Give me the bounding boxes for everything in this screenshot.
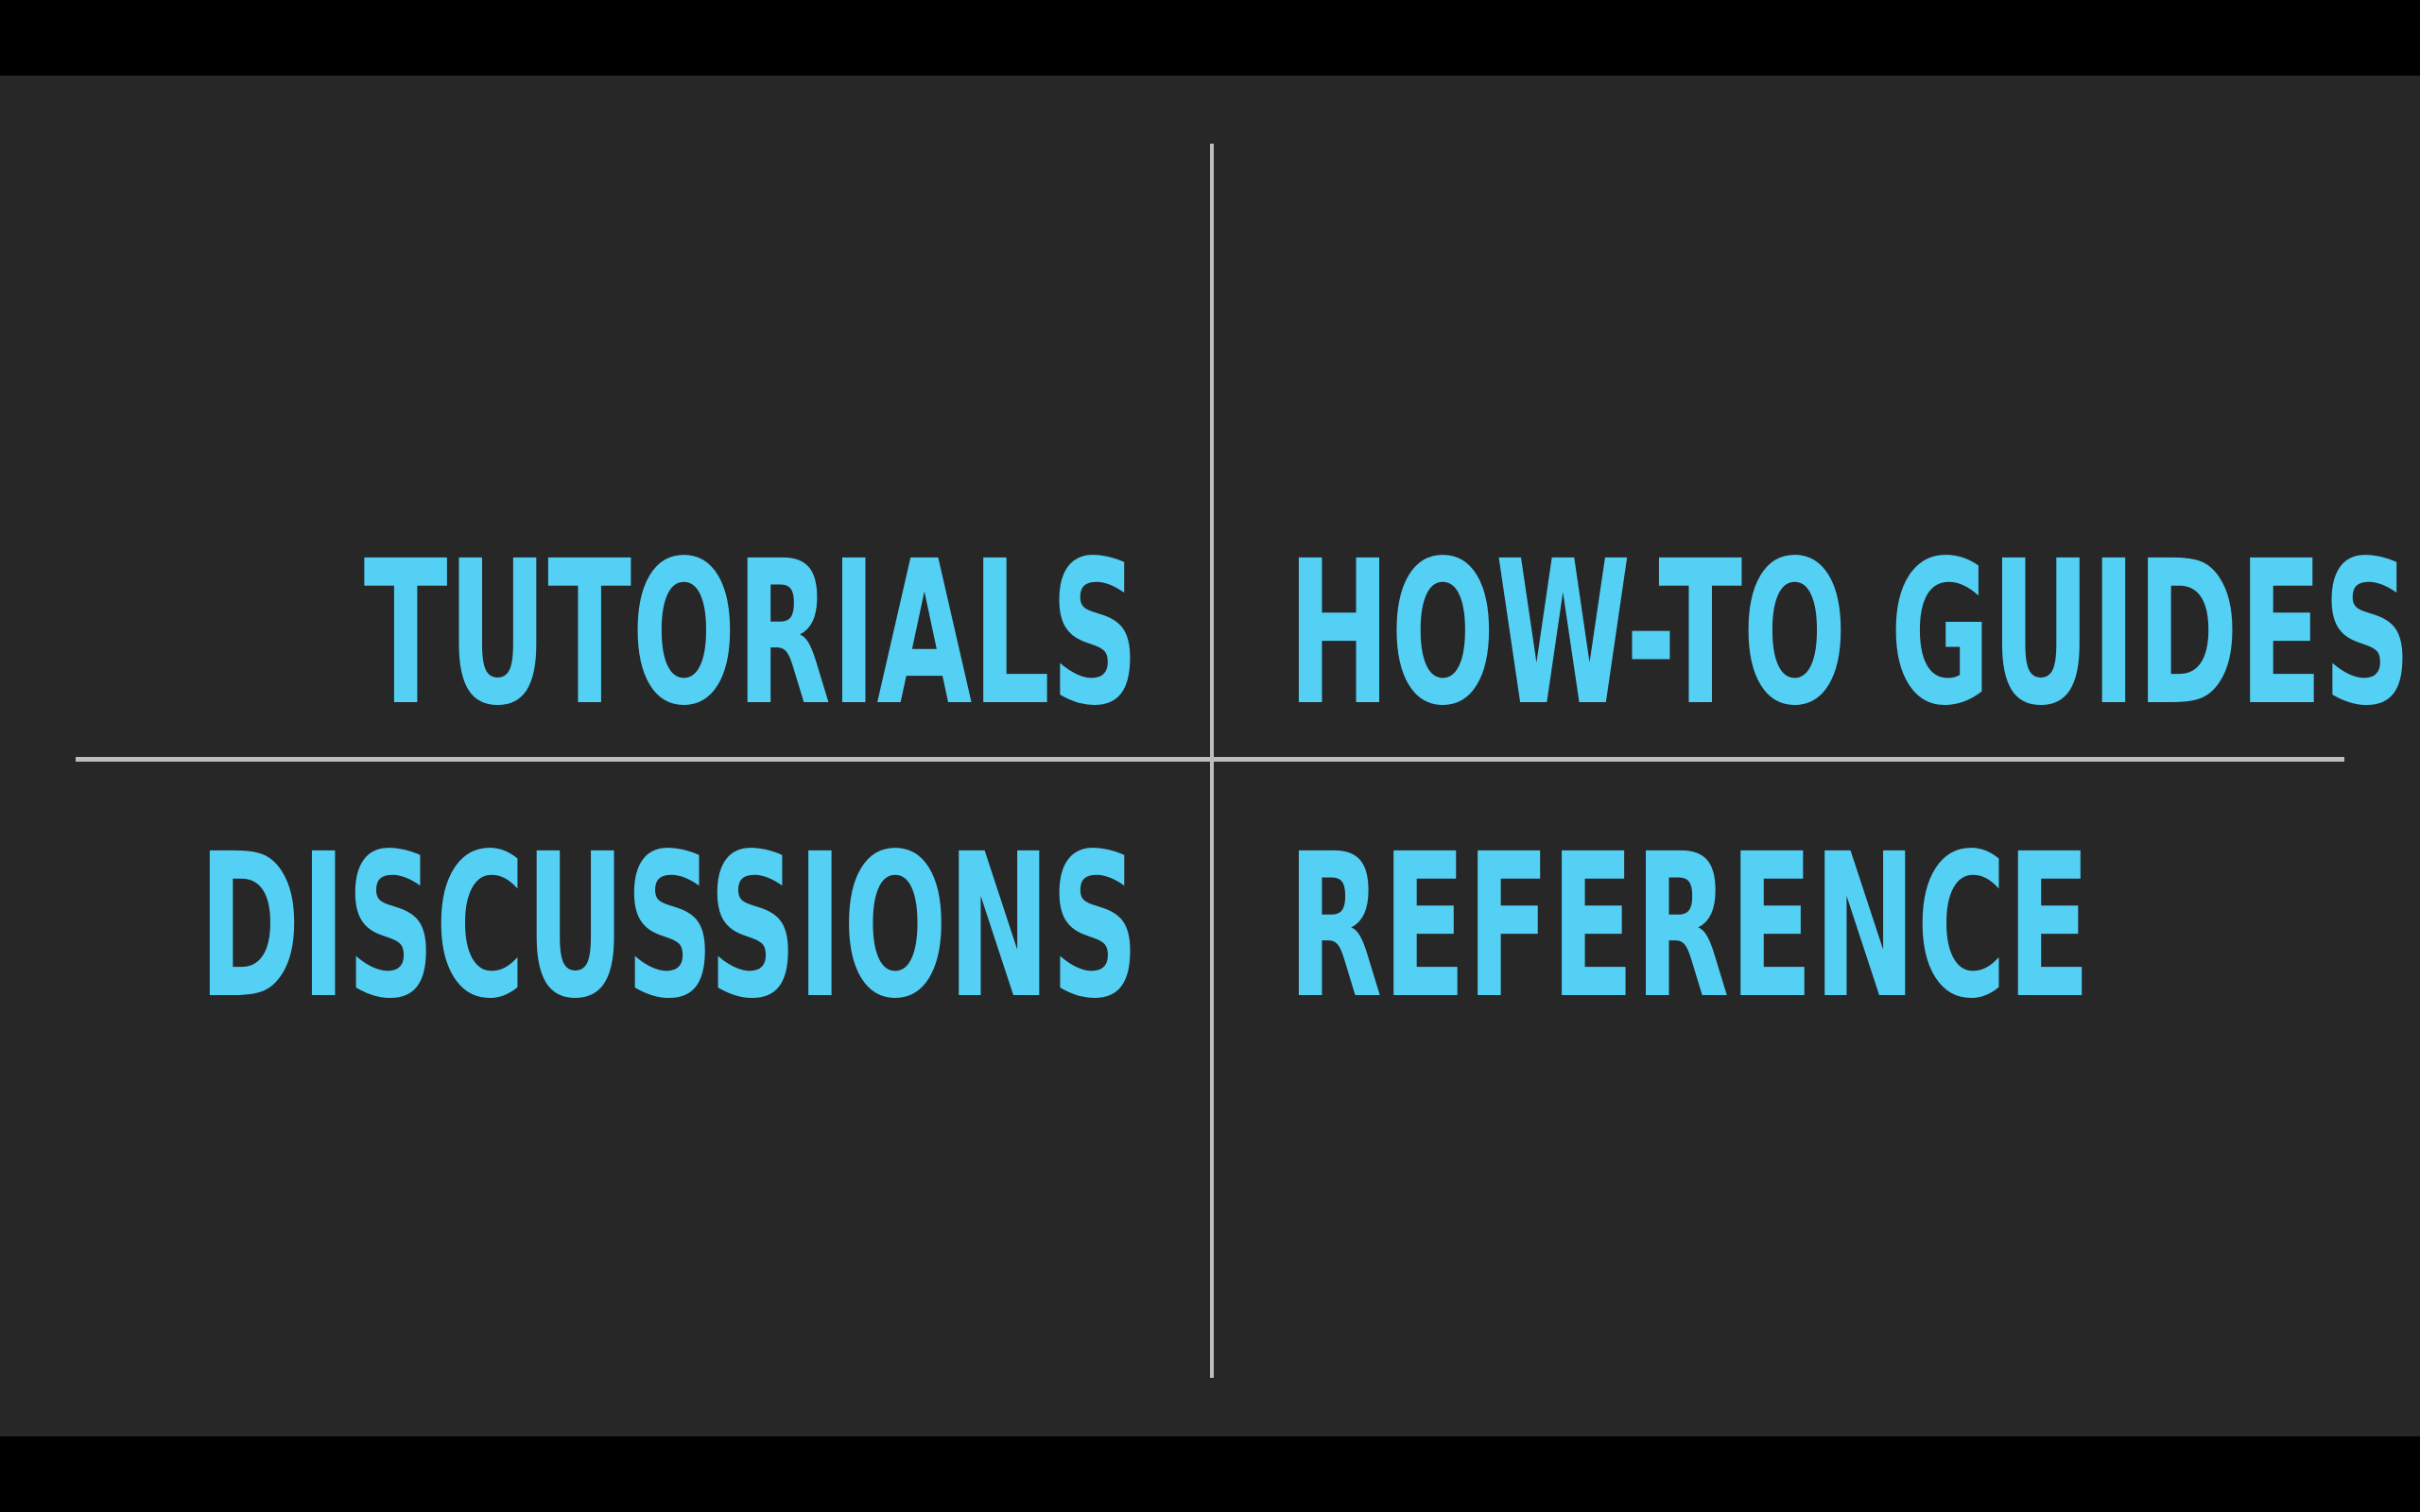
horizontal-axis-line: [76, 757, 2344, 762]
quadrant-label-tutorials: TUTORIALS: [363, 518, 1139, 749]
quadrant-label-discussions: DISCUSSIONS: [198, 811, 1139, 1042]
quadrant-label-how-to-guides: HOW-TO GUIDES: [1288, 518, 2411, 749]
slide: TUTORIALS HOW-TO GUIDES DISCUSSIONS REFE…: [0, 76, 2420, 1436]
quadrant-label-reference: REFERENCE: [1288, 811, 2091, 1042]
